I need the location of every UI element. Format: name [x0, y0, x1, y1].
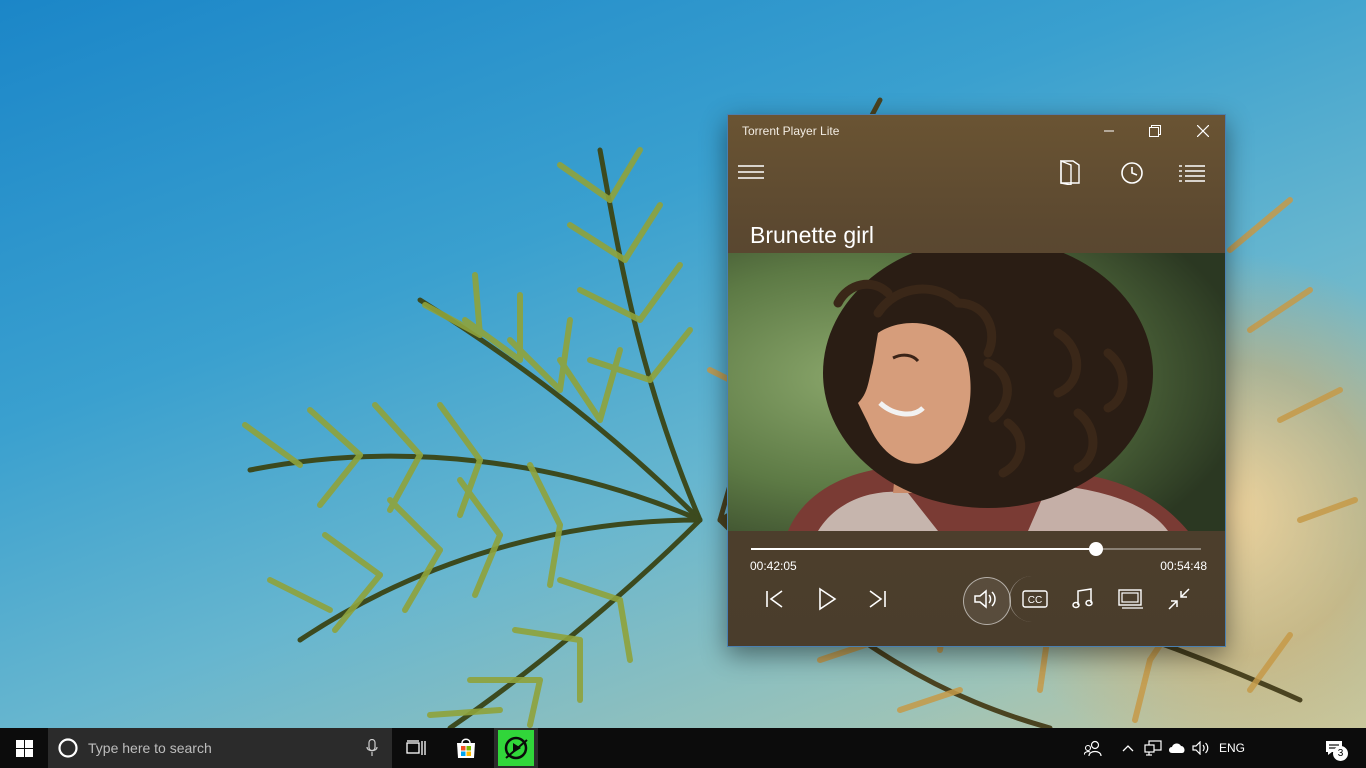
play-icon — [819, 587, 837, 611]
network-button[interactable] — [1142, 728, 1164, 768]
task-view-button[interactable] — [394, 728, 438, 768]
audio-track-icon — [1072, 588, 1093, 609]
volume-icon — [974, 589, 996, 609]
previous-icon — [766, 590, 783, 608]
close-button[interactable] — [1180, 115, 1226, 147]
seek-bar[interactable] — [751, 542, 1201, 556]
open-file-button[interactable] — [1050, 152, 1090, 192]
restore-button[interactable] — [1132, 115, 1178, 147]
compact-mode-icon — [1168, 588, 1190, 610]
video-still-image — [728, 253, 1225, 531]
close-icon — [1197, 125, 1209, 137]
closed-captions-icon: CC — [1022, 590, 1048, 608]
hamburger-menu-icon — [738, 165, 764, 179]
video-title: Brunette girl — [750, 222, 875, 248]
cortana-icon — [58, 738, 78, 758]
people-icon — [1084, 740, 1102, 756]
torrent-player-taskbar-button[interactable] — [494, 728, 538, 768]
play-circle-icon — [504, 736, 528, 760]
chevron-up-icon — [1122, 745, 1134, 752]
total-time: 00:54:48 — [1160, 559, 1207, 573]
volume-tray-button[interactable] — [1190, 728, 1212, 768]
volume-button[interactable] — [963, 577, 1011, 625]
seek-bar-thumb[interactable] — [1089, 542, 1104, 556]
title-bar[interactable]: Torrent Player Lite — [728, 115, 1225, 147]
search-placeholder: Type here to search — [88, 740, 212, 756]
windows-logo-icon — [15, 739, 33, 757]
microphone-icon[interactable] — [366, 739, 378, 757]
store-button[interactable] — [444, 728, 488, 768]
next-icon — [869, 590, 886, 608]
open-file-icon — [1060, 159, 1080, 185]
show-hidden-icons-button[interactable] — [1118, 728, 1138, 768]
search-box[interactable]: Type here to search — [48, 728, 392, 768]
history-icon — [1121, 162, 1143, 184]
taskbar: Type here to search ENG — [0, 728, 1366, 768]
hamburger-menu-button[interactable] — [731, 152, 771, 192]
network-icon — [1144, 740, 1162, 756]
people-button[interactable] — [1080, 728, 1106, 768]
store-icon — [457, 738, 475, 758]
audio-track-button[interactable] — [1060, 579, 1106, 619]
minimize-button[interactable] — [1086, 115, 1132, 147]
play-button[interactable] — [804, 579, 850, 619]
input-language[interactable]: ENG — [1219, 741, 1245, 755]
speaker-icon — [1192, 741, 1209, 755]
video-frame[interactable] — [728, 253, 1225, 531]
aspect-ratio-icon — [1118, 589, 1143, 609]
cloud-icon — [1169, 743, 1185, 753]
playlist-icon — [1179, 165, 1205, 182]
torrent-player-window: Torrent Player Lite Brunette girl 00:42:… — [727, 114, 1226, 647]
onedrive-button[interactable] — [1166, 728, 1188, 768]
notification-count-badge: 3 — [1333, 746, 1348, 761]
app-title: Torrent Player Lite — [742, 124, 840, 138]
start-button[interactable] — [0, 728, 48, 768]
restore-icon — [1149, 125, 1161, 137]
cc-label: CC — [1028, 595, 1042, 606]
torrent-player-icon — [498, 730, 534, 766]
compact-mode-button[interactable] — [1156, 579, 1202, 619]
next-button[interactable] — [854, 579, 900, 619]
minimize-icon — [1104, 130, 1114, 132]
playlist-button[interactable] — [1172, 153, 1212, 193]
task-view-icon — [406, 740, 426, 755]
previous-button[interactable] — [752, 579, 798, 619]
seek-bar-fill — [751, 548, 1097, 550]
closed-captions-button[interactable]: CC — [1012, 579, 1058, 619]
aspect-ratio-button[interactable] — [1108, 579, 1154, 619]
current-time: 00:42:05 — [750, 559, 797, 573]
history-button[interactable] — [1112, 153, 1152, 193]
